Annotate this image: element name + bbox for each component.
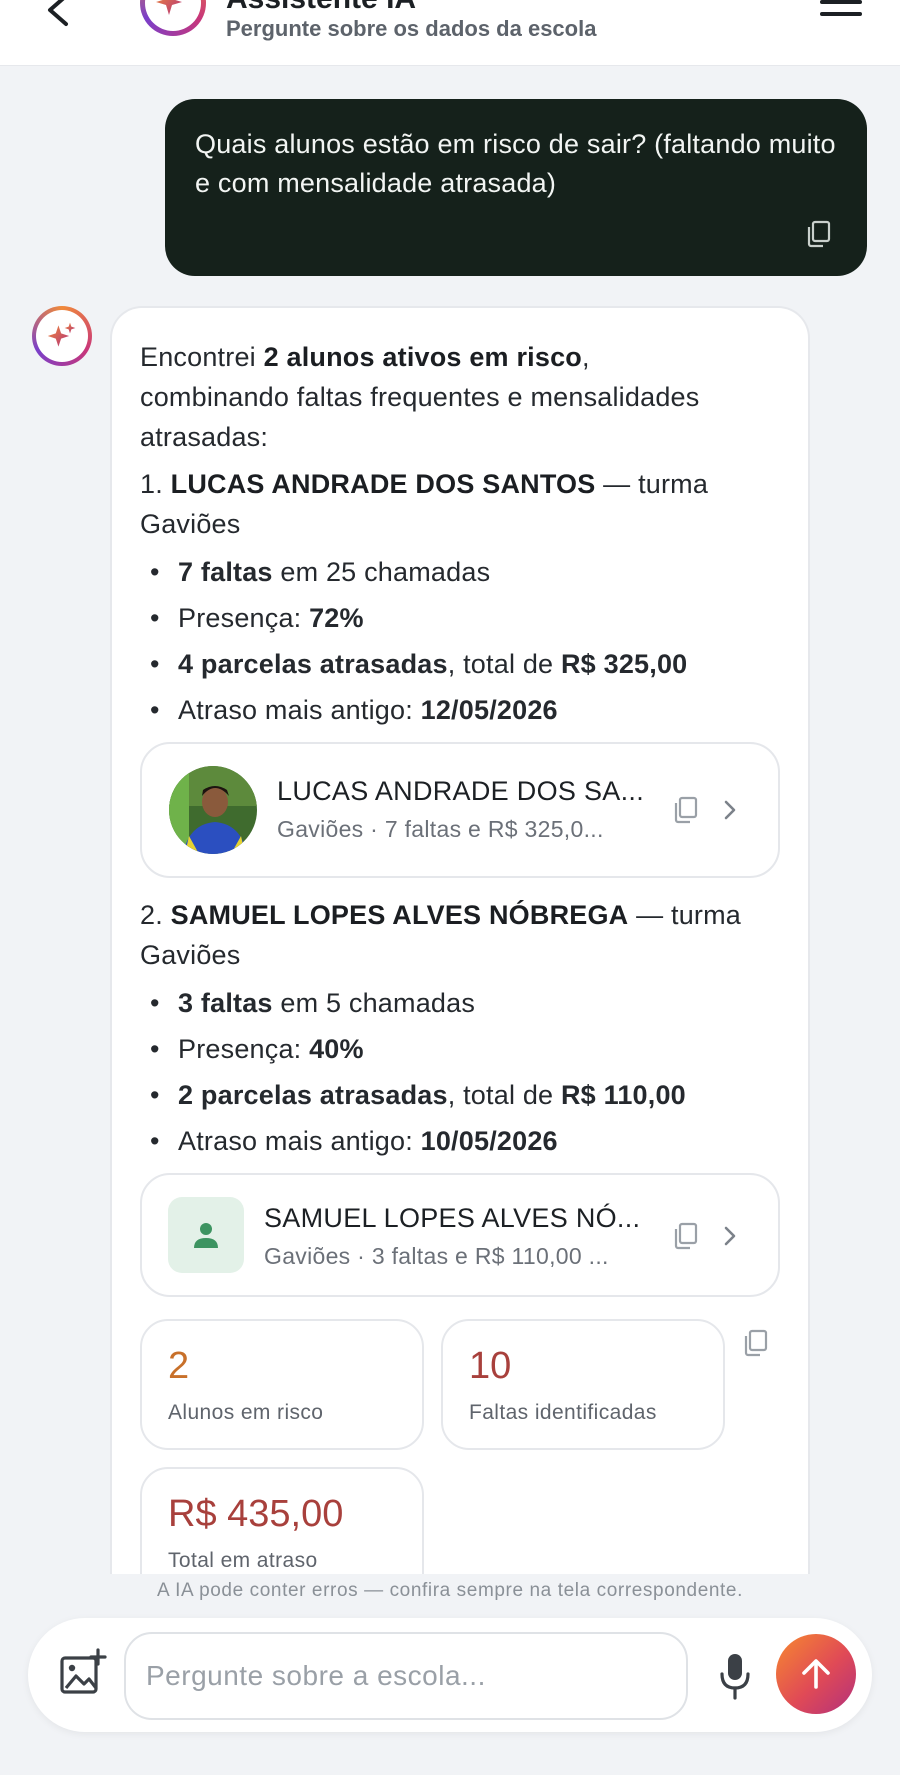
menu-button[interactable]	[820, 0, 862, 26]
student-card-name: LUCAS ANDRADE DOS SA...	[277, 776, 644, 806]
list-item: Presença: 40%	[150, 1029, 364, 1069]
ai-disclaimer: A IA pode conter erros — confira sempre …	[157, 1580, 743, 1601]
student-card-subtitle: Gaviões · 7 faltas e R$ 325,0...	[277, 816, 604, 842]
student-heading: 1. LUCAS ANDRADE DOS SANTOS — turma	[140, 469, 709, 499]
student-card[interactable]: SAMUEL LOPES ALVES NÓ... Gaviões · 3 fal…	[140, 1173, 780, 1297]
copy-icon[interactable]	[672, 796, 698, 824]
sparkle-icon	[156, 0, 182, 15]
avatar	[168, 1197, 244, 1273]
user-message-bubble: Quais alunos estão em risco de sair? (fa…	[165, 99, 867, 276]
avatar	[169, 766, 257, 854]
assistant-intro-line2: combinando faltas frequentes e mensalida…	[140, 382, 700, 412]
chat-input[interactable]	[124, 1632, 688, 1720]
copy-icon[interactable]	[805, 220, 831, 248]
sparkle-icon	[47, 322, 76, 347]
list-item: 4 parcelas atrasadas, total de R$ 325,00	[150, 644, 687, 684]
list-item: 3 faltas em 5 chamadas	[150, 983, 475, 1023]
stat-card-students-at-risk: 2 Alunos em risco	[140, 1319, 424, 1450]
stat-value: 10	[469, 1345, 512, 1387]
chevron-right-icon[interactable]	[720, 796, 740, 824]
copy-icon[interactable]	[742, 1329, 768, 1357]
page-subtitle: Pergunte sobre os dados da escola	[226, 16, 597, 41]
stat-label: Faltas identificadas	[469, 1401, 657, 1424]
student-photo	[169, 766, 257, 854]
back-button[interactable]	[40, 0, 80, 32]
microphone-icon[interactable]	[718, 1652, 752, 1700]
list-item: Presença: 72%	[150, 598, 364, 638]
student-heading: 2. SAMUEL LOPES ALVES NÓBREGA — turma	[140, 900, 742, 930]
stat-value: 2	[168, 1345, 190, 1387]
add-image-icon[interactable]	[58, 1648, 108, 1698]
assistant-intro-line1: Encontrei 2 alunos ativos em risco,	[140, 342, 590, 372]
stat-label: Total em atraso	[168, 1549, 318, 1572]
assistant-logo	[140, 0, 206, 36]
assistant-avatar	[32, 306, 92, 366]
page-title: Assistente IA	[226, 0, 416, 16]
student-card-name: SAMUEL LOPES ALVES NÓ...	[264, 1203, 641, 1233]
student-card[interactable]: LUCAS ANDRADE DOS SA... Gaviões · 7 falt…	[140, 742, 780, 878]
list-item: 7 faltas em 25 chamadas	[150, 552, 490, 592]
user-message-text: Quais alunos estão em risco de sair? (fa…	[195, 129, 836, 198]
stat-label: Alunos em risco	[168, 1401, 324, 1424]
person-icon	[194, 1223, 218, 1248]
student-turma: Gaviões	[140, 940, 241, 970]
chevron-right-icon[interactable]	[720, 1222, 740, 1250]
stat-value: R$ 435,00	[168, 1493, 344, 1535]
hamburger-menu-icon	[820, 0, 862, 4]
list-item: Atraso mais antigo: 10/05/2026	[150, 1121, 558, 1161]
message-composer	[28, 1618, 872, 1732]
list-item: 2 parcelas atrasadas, total de R$ 110,00	[150, 1075, 686, 1115]
arrow-up-icon	[802, 1659, 830, 1689]
chevron-left-icon	[48, 0, 68, 26]
stat-card-absences: 10 Faltas identificadas	[441, 1319, 725, 1450]
student-card-subtitle: Gaviões · 3 faltas e R$ 110,00 ...	[264, 1243, 609, 1269]
send-button[interactable]	[776, 1634, 856, 1714]
student-turma: Gaviões	[140, 509, 241, 539]
copy-icon[interactable]	[672, 1222, 698, 1250]
list-item: Atraso mais antigo: 12/05/2026	[150, 690, 558, 730]
app-header: Assistente IA Pergunte sobre os dados da…	[0, 0, 900, 66]
assistant-intro-line3: atrasadas:	[140, 422, 269, 452]
